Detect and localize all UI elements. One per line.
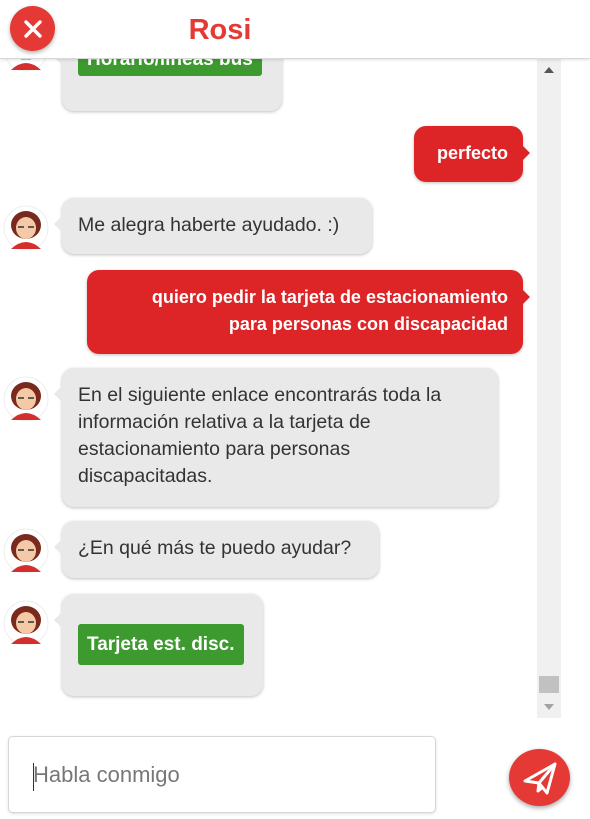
chat-header: Rosi bbox=[0, 0, 590, 59]
link-button-tarjeta[interactable]: Tarjeta est. disc. bbox=[78, 624, 244, 665]
user-message-line: para personas con discapacidad bbox=[228, 314, 508, 334]
bot-avatar bbox=[3, 600, 49, 646]
user-message-line: quiero pedir la tarjeta de estacionamien… bbox=[151, 287, 508, 307]
user-message: quiero pedir la tarjeta de estacionamien… bbox=[87, 270, 530, 354]
bot-message-line: discapacitadas. bbox=[78, 465, 213, 487]
scroll-down-arrow-icon[interactable] bbox=[544, 704, 554, 710]
user-message-text: perfecto bbox=[436, 143, 508, 163]
bot-message-line: estacionamiento para personas bbox=[78, 438, 351, 460]
bot-message: Me alegra haberte ayudado. :) bbox=[54, 198, 372, 254]
bot-message-line: En el siguiente enlace encontrarás toda … bbox=[78, 384, 442, 406]
bot-message: ¿En qué más te puedo ayudar? bbox=[54, 521, 379, 578]
chat-scrollbar[interactable] bbox=[537, 59, 561, 718]
bot-message: En el siguiente enlace encontrarás toda … bbox=[54, 368, 498, 507]
text-caret bbox=[33, 763, 34, 791]
bot-message-text: ¿En qué más te puedo ayudar? bbox=[78, 537, 352, 559]
bot-name-title: Rosi bbox=[188, 14, 252, 46]
send-button[interactable] bbox=[509, 749, 570, 806]
bot-avatar bbox=[3, 376, 49, 422]
link-button-horario-bus[interactable]: Horario/líneas bus bbox=[78, 59, 262, 76]
bot-message-text: Me alegra haberte ayudado. :) bbox=[78, 214, 340, 236]
message-input-box[interactable] bbox=[8, 736, 436, 813]
bot-message: Horario/líneas bus bbox=[54, 59, 282, 111]
bot-avatar bbox=[3, 205, 49, 251]
paper-plane-icon bbox=[523, 762, 556, 794]
chat-log[interactable]: Horario/líneas bus perfecto Me alegra ha… bbox=[0, 59, 537, 718]
scroll-thumb[interactable] bbox=[539, 676, 559, 693]
user-message: perfecto bbox=[414, 126, 530, 182]
bot-message-line: información relativa a la tarjeta de bbox=[78, 411, 371, 433]
scroll-up-arrow-icon[interactable] bbox=[544, 67, 554, 73]
bot-avatar bbox=[5, 59, 47, 72]
bot-avatar bbox=[3, 528, 49, 574]
message-input[interactable] bbox=[9, 737, 435, 812]
bot-message: Tarjeta est. disc. bbox=[54, 594, 263, 696]
